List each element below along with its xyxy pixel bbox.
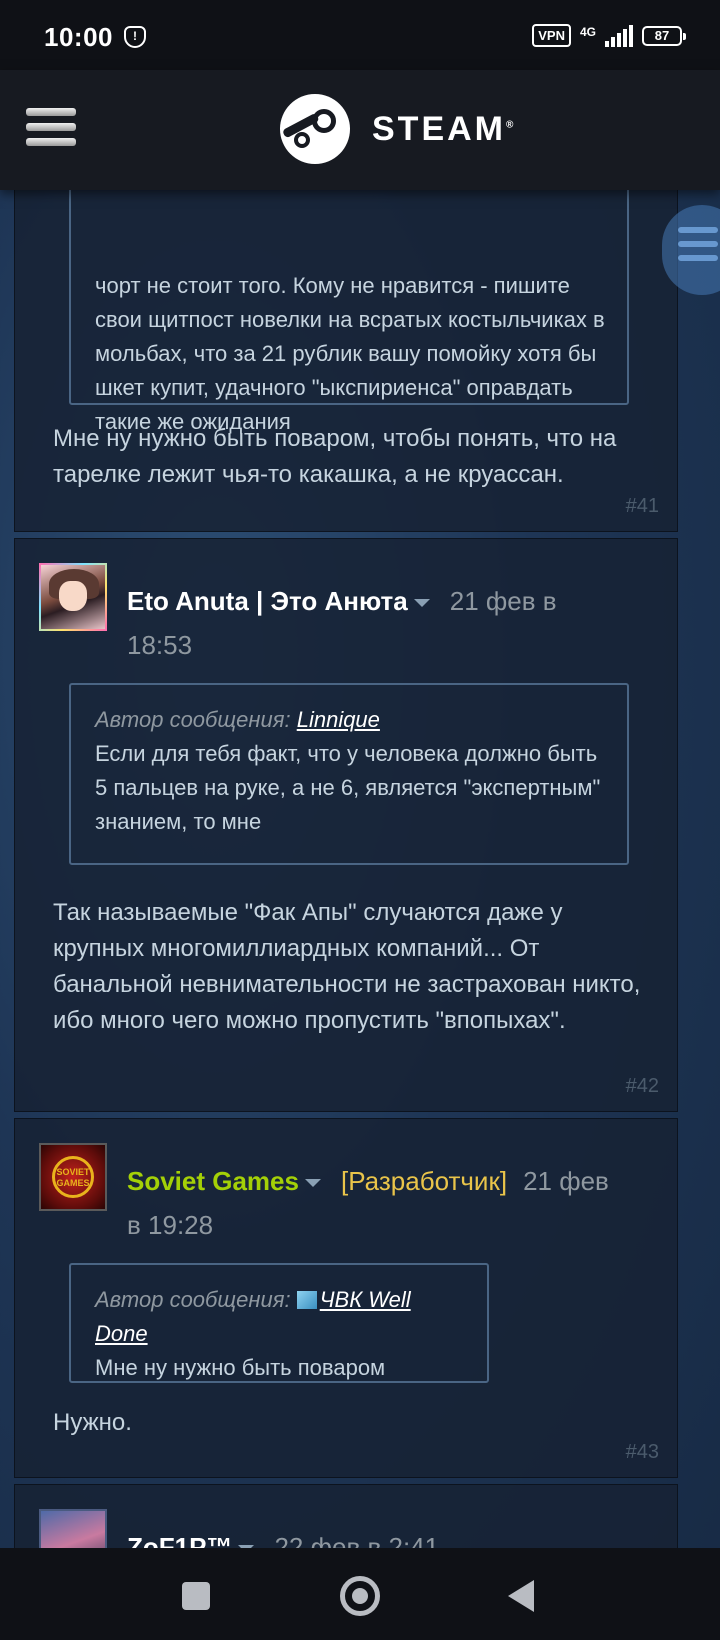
post-number[interactable]: #43: [626, 1441, 659, 1464]
steam-logo-text: STEAM®: [372, 109, 514, 148]
quote-text: Мне ну нужно быть поваром: [95, 1355, 386, 1380]
quote-block: Автор сообщения: Linnique Если для тебя …: [69, 683, 629, 865]
post-number[interactable]: #42: [626, 1075, 659, 1098]
shield-icon: !: [124, 26, 146, 48]
status-icons: VPN 4G 87: [532, 24, 686, 47]
quote-author-label: Автор сообщения:: [95, 707, 291, 732]
author-name[interactable]: Soviet Games: [127, 1166, 299, 1196]
avatar[interactable]: [39, 563, 107, 631]
back-icon[interactable]: [508, 1580, 534, 1612]
forum-post: Eto Anuta | Это Анюта 21 фев в 18:53 Авто…: [14, 538, 678, 1112]
avatar[interactable]: SOVIET GAMES: [39, 1143, 107, 1211]
quote-author-label: Автор сообщения:: [95, 1287, 291, 1312]
post-text: Мне ну нужно быть поваром, чтобы понять,…: [53, 425, 617, 488]
status-time: 10:00: [44, 22, 113, 52]
quote-block: чорт не стоит того. Кому не нравится - п…: [69, 161, 629, 434]
system-nav-bar: [0, 1548, 720, 1640]
battery-level: 87: [654, 27, 670, 43]
quote-text: чорт не стоит того. Кому не нравится - п…: [95, 273, 605, 434]
developer-tag: [Разработчик]: [340, 1166, 508, 1196]
home-icon[interactable]: [340, 1576, 380, 1616]
post-author-line: Eto Anuta | Это Анюта 21 фев в 18:53: [127, 579, 617, 667]
status-bar: 10:00 ! VPN 4G 87: [0, 0, 720, 70]
post-text: Нужно.: [53, 1409, 132, 1436]
steam-header: STEAM®: [0, 70, 720, 190]
avatar-emblem: SOVIET GAMES: [52, 1156, 94, 1198]
quote-author-link[interactable]: Linnique: [297, 707, 380, 732]
signal-icon: [605, 24, 633, 47]
recent-apps-icon[interactable]: [182, 1582, 210, 1610]
steam-logo-icon: [280, 94, 350, 164]
quote-text: Если для тебя факт, что у человека должн…: [95, 741, 601, 834]
dropdown-caret-icon[interactable]: [304, 1179, 321, 1188]
post-text: Так называемые "Фак Апы" случаются даже …: [53, 899, 641, 1034]
dropdown-caret-icon[interactable]: [413, 599, 430, 608]
cube-emoji-icon: [296, 1291, 317, 1309]
post-number[interactable]: #41: [626, 495, 659, 518]
vpn-icon: VPN: [532, 24, 571, 47]
forum-post: SOVIET GAMES Soviet Games [Разработчик] 21…: [14, 1118, 678, 1478]
menu-icon[interactable]: [26, 108, 76, 150]
post-author-line: Soviet Games [Разработчик] 21 фев в 19:28: [127, 1159, 617, 1247]
author-name[interactable]: Eto Anuta | Это Анюта: [127, 586, 408, 616]
battery-icon: 87: [642, 25, 686, 46]
steam-logo[interactable]: STEAM®: [280, 94, 513, 164]
quote-block: Автор сообщения: ЧВК Well Done Мне ну ну…: [69, 1263, 489, 1383]
network-type: 4G: [579, 24, 596, 39]
